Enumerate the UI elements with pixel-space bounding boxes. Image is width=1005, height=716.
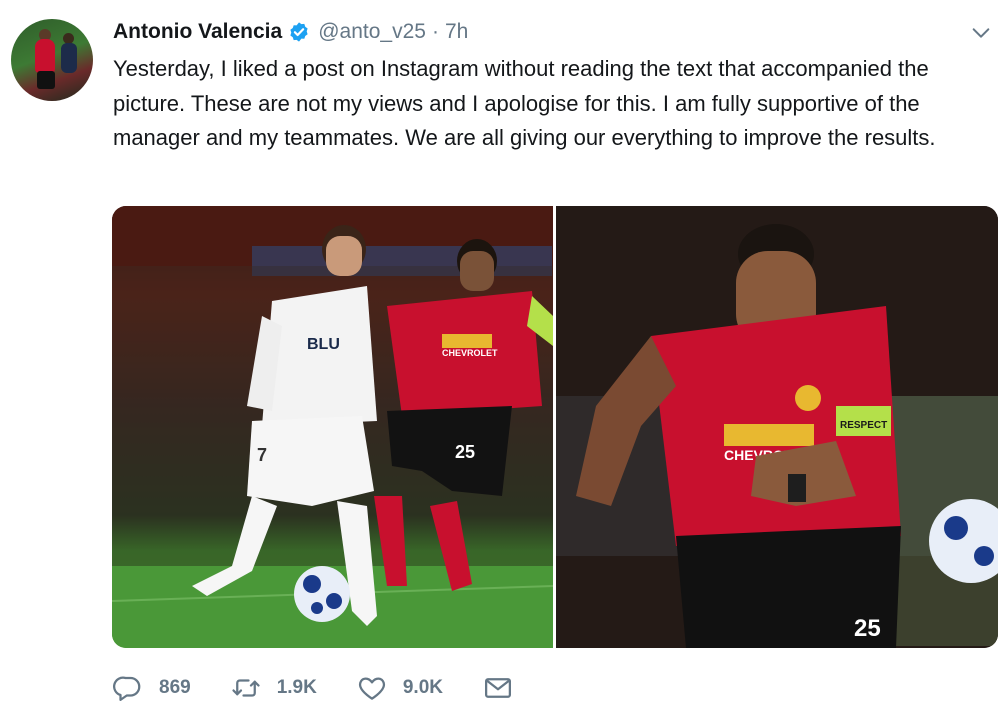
author-name[interactable]: Antonio Valencia <box>113 20 282 44</box>
media-photo-right[interactable]: RESPECT CHEVROLET 25 <box>556 206 998 648</box>
valencia-number: 7 <box>257 445 267 465</box>
verified-icon <box>290 22 308 42</box>
avatar-opponent-shirt <box>61 43 77 73</box>
tweet-actions: 869 1.9K 9.0K <box>113 668 553 708</box>
avatar-player-shirt <box>35 39 55 73</box>
direct-message-button[interactable] <box>483 673 513 703</box>
reply-icon <box>113 676 141 701</box>
tweet-header: Antonio Valencia @anto_v25 · 7h <box>113 17 468 47</box>
header-separator: · <box>431 20 439 43</box>
reply-button[interactable]: 869 <box>113 673 191 703</box>
united-number-right: 25 <box>854 615 881 642</box>
retweet-count: 1.9K <box>276 677 317 698</box>
avatar-player-shorts <box>37 71 55 89</box>
photo-left-scene: BLU 7 CHEVROLET 25 <box>112 206 553 648</box>
united-sponsor-left: CHEVROLET <box>442 348 498 358</box>
retweet-icon <box>232 679 260 697</box>
like-icon <box>358 677 385 700</box>
author-handle[interactable]: @anto_v25 <box>318 20 426 44</box>
tweet-media[interactable]: BLU 7 CHEVROLET 25 RESPECT 25 <box>112 206 998 648</box>
valencia-sponsor: BLU <box>307 336 340 353</box>
retweet-button[interactable]: 1.9K <box>231 673 317 703</box>
reply-count: 869 <box>159 677 191 698</box>
captain-armband: RESPECT <box>840 420 887 431</box>
like-count: 9.0K <box>402 677 443 698</box>
united-number-left: 25 <box>455 442 475 462</box>
chevron-down-icon[interactable] <box>970 22 992 44</box>
tweet-text: Yesterday, I liked a post on Instagram w… <box>113 56 936 150</box>
media-photo-left[interactable]: BLU 7 CHEVROLET 25 <box>112 206 553 648</box>
avatar[interactable] <box>11 19 93 101</box>
tweet-timestamp[interactable]: 7h <box>445 20 468 44</box>
photo-right-scene: RESPECT CHEVROLET 25 <box>556 206 998 648</box>
like-button[interactable]: 9.0K <box>357 673 443 703</box>
direct-message-icon <box>484 678 511 698</box>
